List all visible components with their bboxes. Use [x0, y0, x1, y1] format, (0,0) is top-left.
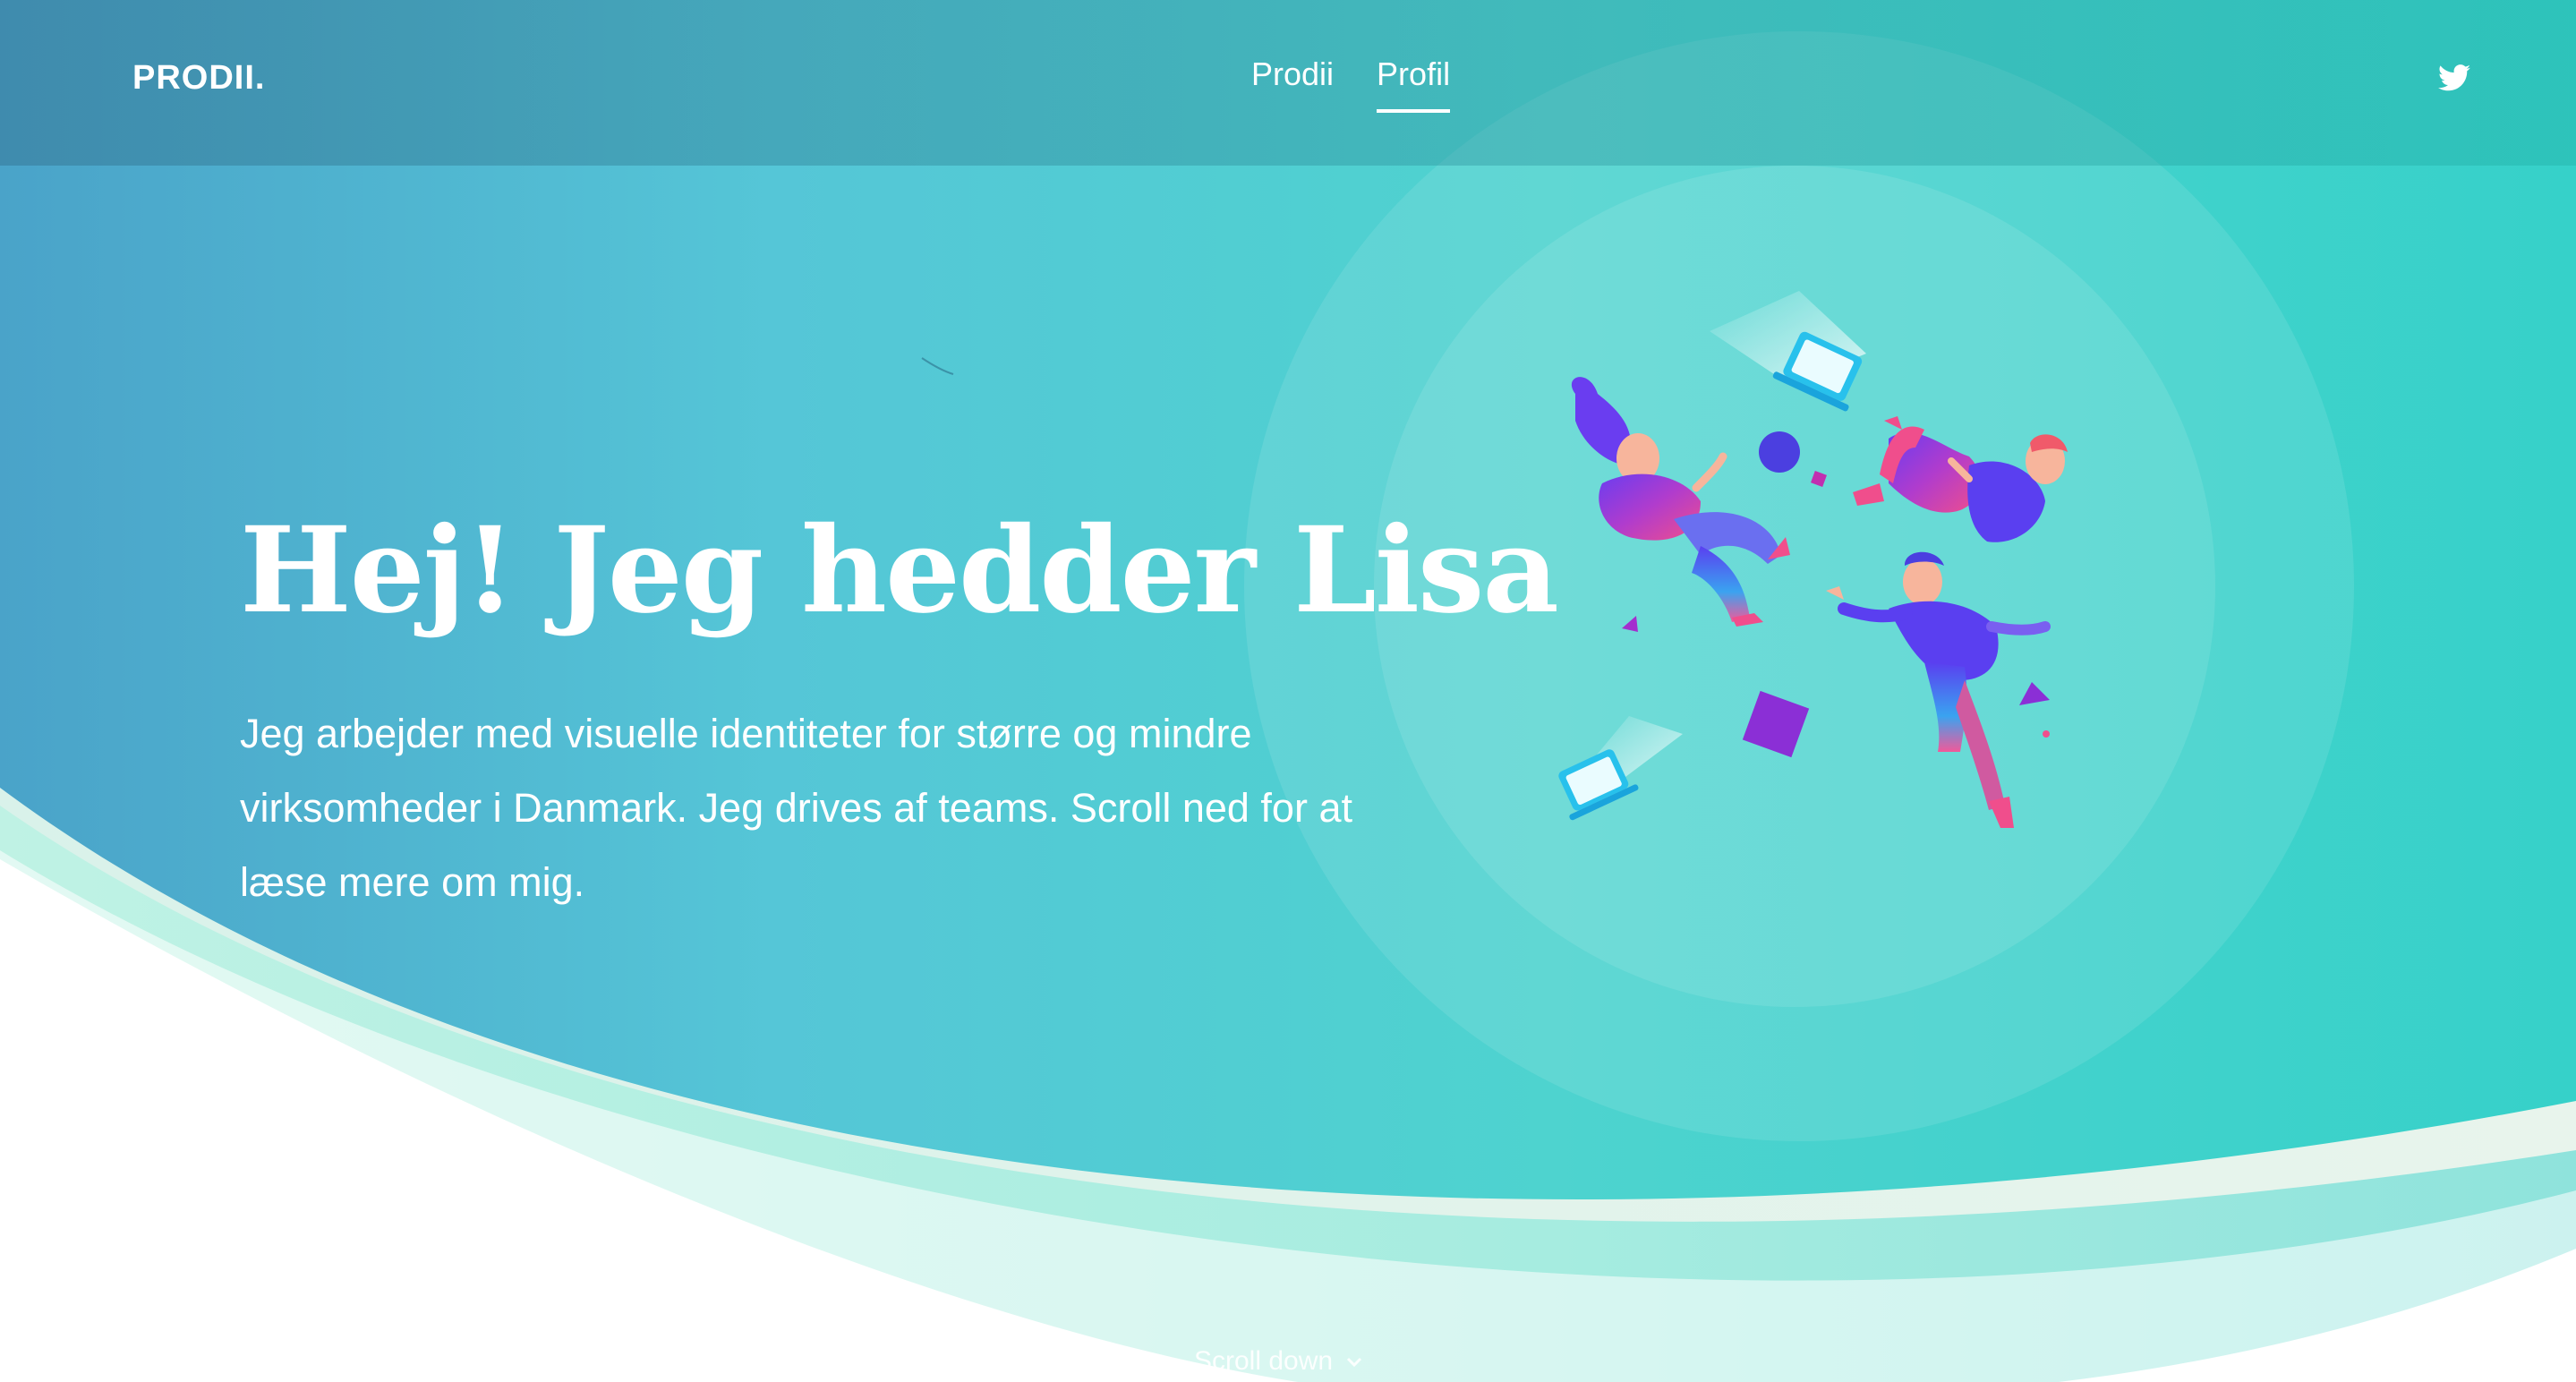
hero-intro: Jeg arbejder med visuelle identiteter fo…	[240, 711, 1352, 905]
scroll-down-link[interactable]: Scroll down	[1194, 1346, 1363, 1377]
chevron-down-icon	[1347, 1358, 1362, 1368]
tiny-dot	[2043, 730, 2050, 738]
floating-ball	[1759, 431, 1800, 473]
twitter-icon[interactable]	[2438, 64, 2470, 91]
nav-link-profil[interactable]: Profil	[1377, 55, 1451, 113]
nav-link-prodii[interactable]: Prodii	[1251, 55, 1334, 113]
hero-illustration-layer	[0, 31, 2576, 1382]
scroll-down-label: Scroll down	[1194, 1346, 1334, 1376]
decor-stroke	[921, 357, 954, 375]
logo[interactable]: PRODII.	[132, 59, 265, 98]
navbar: PRODII. Prodii Profil	[0, 0, 2576, 166]
hero-headline: Hej! Jeg hedder Lisa	[240, 501, 1559, 640]
nav-links: Prodii Profil	[1251, 55, 1451, 113]
